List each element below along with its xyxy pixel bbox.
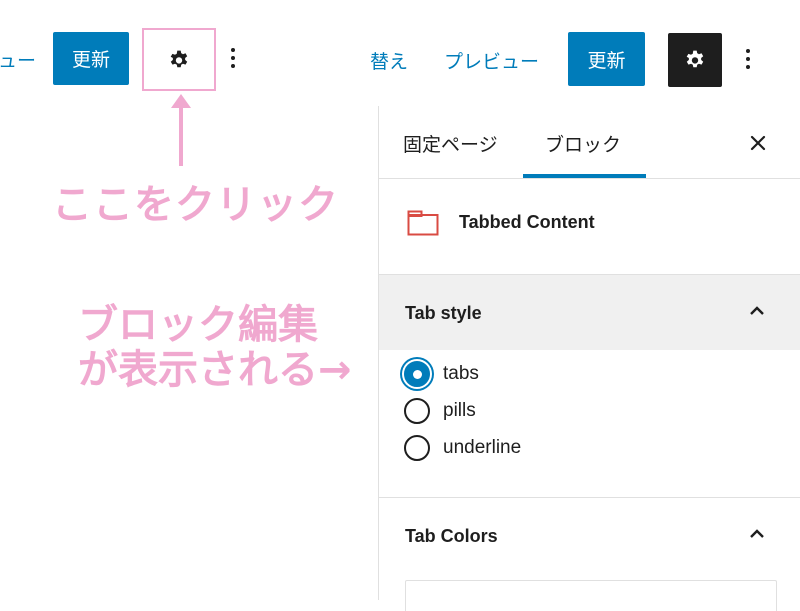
radio-tabs-circle (404, 361, 430, 387)
kebab-dot (231, 48, 235, 52)
kebab-dot (231, 64, 235, 68)
radio-tabs[interactable] (404, 361, 430, 387)
radio-underline-label[interactable]: underline (443, 437, 521, 459)
kebab-dot (746, 49, 750, 53)
more-options-left[interactable] (224, 44, 242, 72)
block-name: Tabbed Content (459, 212, 595, 232)
tab-colors-title: Tab Colors (405, 526, 498, 546)
update-button-right[interactable]: 更新 (568, 32, 645, 86)
radio-pills[interactable] (404, 398, 430, 424)
kebab-dot (231, 56, 235, 60)
tab-colors-panel-header[interactable]: Tab Colors (379, 498, 800, 578)
tab-style-panel-header[interactable]: Tab style (379, 275, 800, 350)
close-sidebar-button[interactable] (745, 130, 771, 156)
switch-link-fragment[interactable]: 替え (370, 47, 408, 74)
settings-button-highlighted[interactable] (142, 28, 216, 91)
radio-pills-label[interactable]: pills (443, 400, 476, 422)
preview-link-fragment[interactable]: ュー (0, 46, 36, 73)
kebab-dot (746, 57, 750, 61)
tab-block[interactable]: ブロック (545, 130, 621, 157)
close-icon (750, 135, 766, 151)
settings-button-active[interactable] (668, 33, 722, 87)
annotation-block-edit-line2: が表示される→ (78, 347, 352, 393)
tab-style-title: Tab style (405, 303, 482, 323)
color-settings-box (405, 580, 777, 611)
more-options-right[interactable] (739, 45, 757, 73)
radio-underline-circle (404, 435, 430, 461)
tabs-divider (379, 178, 800, 179)
preview-link[interactable]: プレビュー (444, 47, 539, 74)
gear-icon (686, 50, 704, 68)
tab-page[interactable]: 固定ページ (403, 130, 498, 157)
update-button-left[interactable]: 更新 (53, 32, 129, 85)
annotation-up-arrow-icon (171, 94, 191, 166)
radio-underline[interactable] (404, 435, 430, 461)
kebab-dot (746, 65, 750, 69)
chevron-up-icon (750, 306, 764, 315)
radio-tabs-label[interactable]: tabs (443, 363, 479, 385)
gear-icon (170, 50, 188, 67)
chevron-up-icon (750, 529, 764, 538)
radio-pills-circle (404, 398, 430, 424)
settings-sidebar: 固定ページ ブロック Tabbed Content Tab style tabs… (378, 106, 800, 611)
tabbed-content-block-icon (407, 210, 439, 236)
annotation-click-here: ここをクリック (52, 182, 339, 228)
